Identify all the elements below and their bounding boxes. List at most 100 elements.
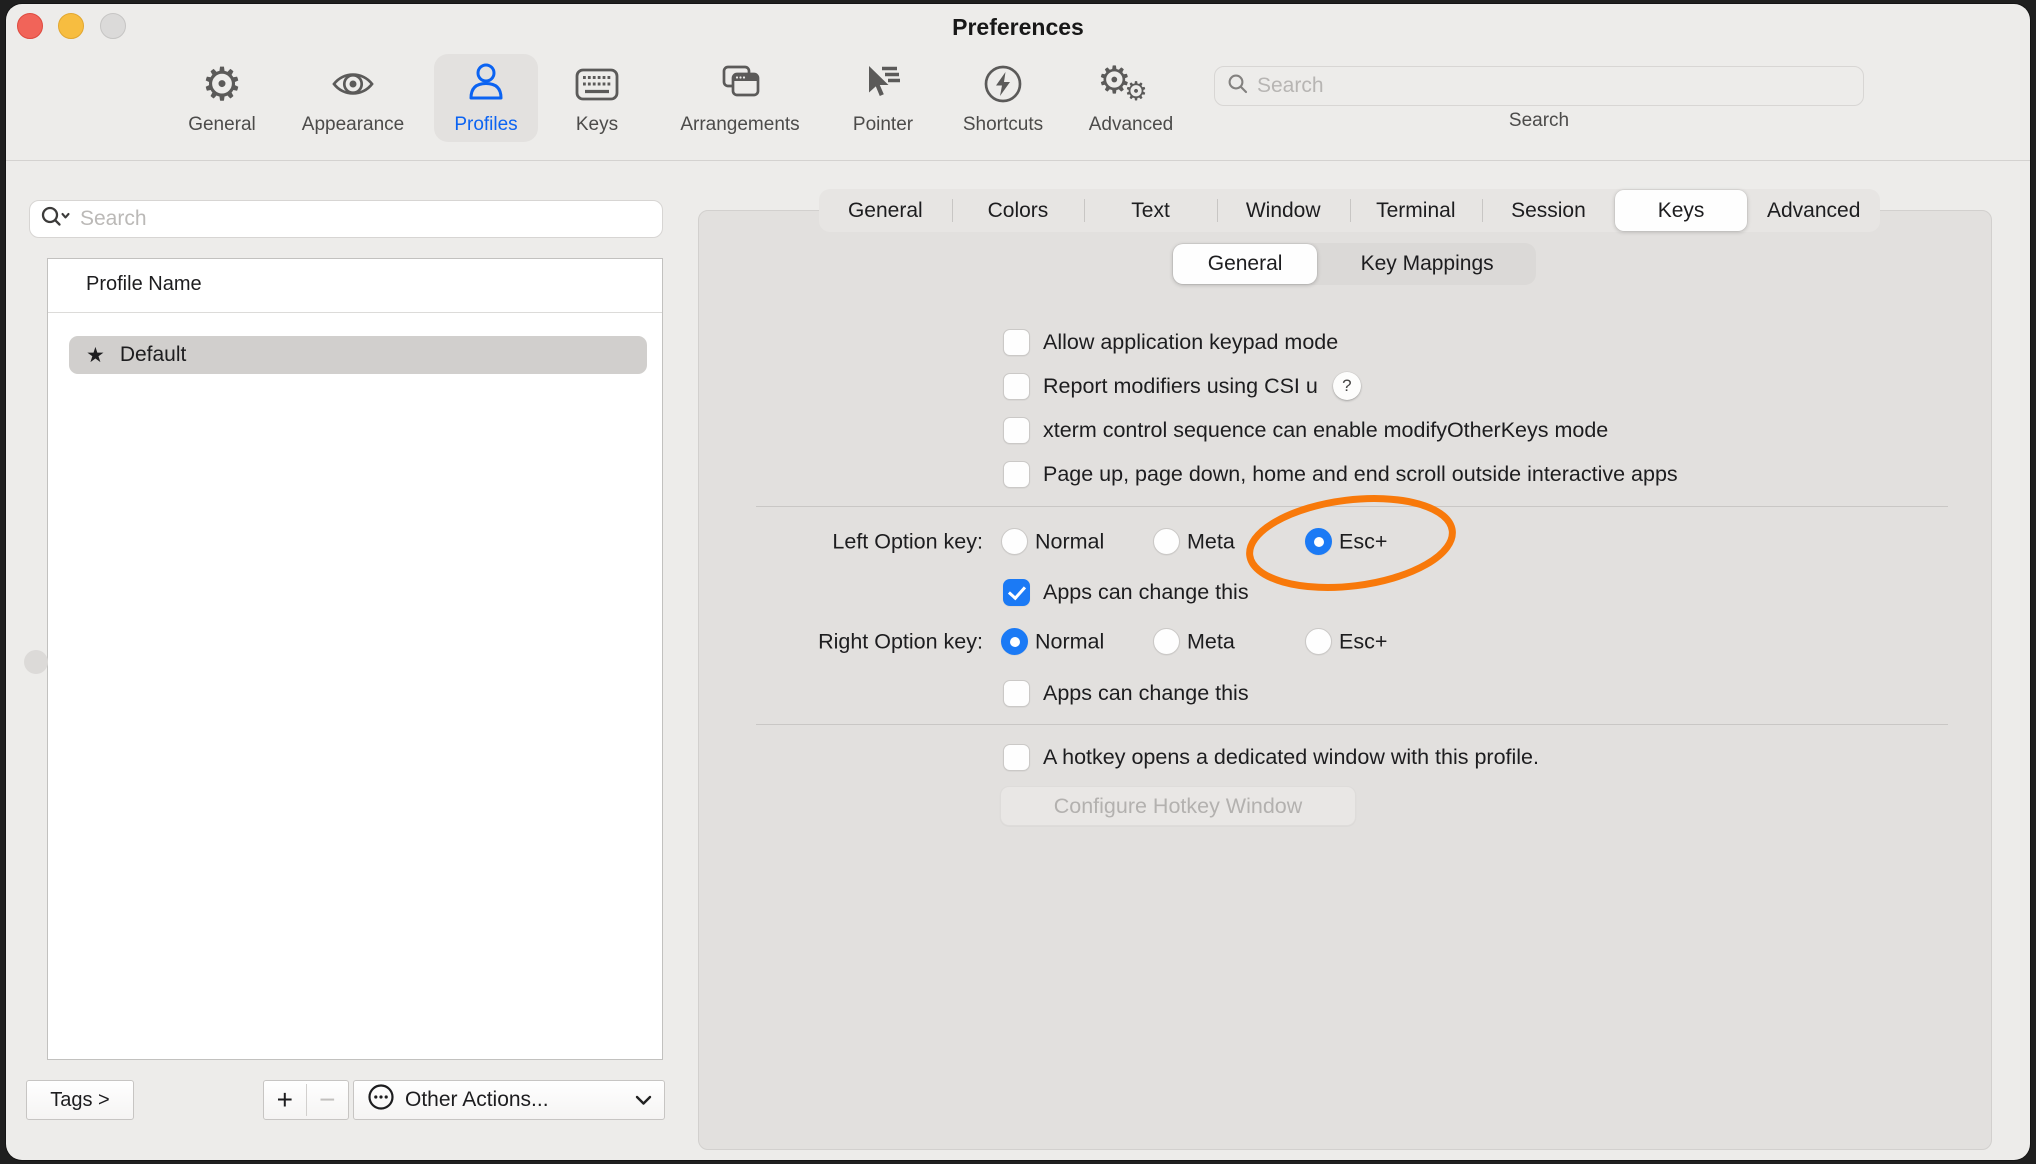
profile-settings-pane: [698, 210, 1992, 1150]
star-icon: ★: [86, 343, 105, 367]
xterm-control-sequence-can-checkbox[interactable]: [1003, 417, 1030, 444]
keys-subtabs: GeneralKey Mappings: [1172, 243, 1536, 285]
radio-right-option-key-meta[interactable]: [1153, 628, 1180, 655]
a-hotkey-opens-a-checkbox[interactable]: [1003, 744, 1030, 771]
checkbox-label: Page up, page down, home and end scroll …: [1043, 462, 1678, 487]
toolbar-search-input[interactable]: [1257, 74, 1851, 98]
row-allow-application-keypad-mode: Allow application keypad mode: [1003, 322, 1338, 362]
help-button[interactable]: ?: [1333, 372, 1361, 400]
toolbar-item-appearance[interactable]: Appearance: [288, 56, 418, 144]
windows-icon: [716, 56, 764, 112]
toolbar-item-label: Shortcuts: [963, 114, 1043, 136]
checkbox-label: xterm control sequence can enable modify…: [1043, 418, 1608, 443]
radio-label: Meta: [1187, 530, 1235, 555]
radio-label: Normal: [1035, 530, 1104, 555]
keyboard-icon: [572, 56, 622, 112]
radio-label: Esc+: [1339, 530, 1387, 555]
tab-advanced[interactable]: Advanced: [1747, 189, 1880, 232]
radio-left-option-key-meta[interactable]: [1153, 528, 1180, 555]
toolbar-item-pointer[interactable]: Pointer: [818, 56, 948, 144]
toolbar-item-advanced[interactable]: ⚙⚙Advanced: [1066, 56, 1196, 144]
window-title: Preferences: [6, 14, 2030, 41]
checkbox-label: Apps can change this: [1043, 681, 1249, 706]
checkbox-label: Report modifiers using CSI u: [1043, 374, 1318, 399]
radio-label: Normal: [1035, 630, 1104, 655]
tab-colors[interactable]: Colors: [952, 189, 1085, 232]
row-page-up-page-down: Page up, page down, home and end scroll …: [1003, 454, 1678, 494]
row-apps-can-change-this: Apps can change this: [1003, 673, 1249, 713]
radio-right-option-key-normal[interactable]: [1001, 628, 1028, 655]
toolbar-item-shortcuts[interactable]: Shortcuts: [938, 56, 1068, 144]
toolbar-item-label: Appearance: [302, 114, 404, 136]
person-icon: [462, 56, 510, 112]
row-apps-can-change-this: Apps can change this: [1003, 572, 1249, 612]
toolbar-search-caption: Search: [1214, 110, 1864, 132]
other-actions-dropdown[interactable]: Other Actions...: [353, 1080, 665, 1120]
toolbar-item-label: Profiles: [454, 114, 517, 136]
preferences-window: Preferences ⚙GeneralAppearanceProfilesKe…: [6, 4, 2030, 1160]
bolt-icon: [979, 56, 1027, 112]
toolbar-item-label: General: [188, 114, 256, 136]
row-report-modifiers-using-csi: Report modifiers using CSI u?: [1003, 366, 1361, 406]
ellipsis-circle-icon: [366, 1082, 396, 1118]
allow-application-keypad-mode-checkbox[interactable]: [1003, 329, 1030, 356]
radio-left-option-key-esc[interactable]: [1305, 528, 1332, 555]
search-menu-icon[interactable]: [40, 205, 72, 234]
other-actions-label: Other Actions...: [405, 1088, 549, 1112]
toolbar-item-keys[interactable]: Keys: [532, 56, 662, 144]
option-group-label: Left Option key:: [666, 530, 983, 555]
radio-right-option-key-esc[interactable]: [1305, 628, 1332, 655]
add-profile-button[interactable]: +: [264, 1084, 306, 1116]
option-group-label: Right Option key:: [666, 630, 983, 655]
apps-can-change-this-checkbox[interactable]: [1003, 579, 1030, 606]
page-up-page-down-checkbox[interactable]: [1003, 461, 1030, 488]
remove-profile-button[interactable]: −: [306, 1084, 349, 1116]
toolbar-item-label: Advanced: [1089, 114, 1174, 136]
tab-text[interactable]: Text: [1084, 189, 1217, 232]
gears-icon: ⚙⚙: [1102, 56, 1159, 112]
subtab-key-mappings[interactable]: Key Mappings: [1318, 243, 1536, 285]
radio-label: Esc+: [1339, 630, 1387, 655]
row-right-option-key: Right Option key: Normal Meta Esc+: [6, 622, 2030, 662]
tab-general[interactable]: General: [819, 189, 952, 232]
radio-label: Meta: [1187, 630, 1235, 655]
toolbar-item-label: Arrangements: [680, 114, 799, 136]
tab-window[interactable]: Window: [1217, 189, 1350, 232]
profile-list-header: Profile Name: [86, 273, 202, 296]
toolbar-item-arrangements[interactable]: Arrangements: [675, 56, 805, 144]
cursor-icon: [859, 56, 907, 112]
checkbox-label: Apps can change this: [1043, 580, 1249, 605]
row-xterm-control-sequence-can: xterm control sequence can enable modify…: [1003, 410, 1608, 450]
toolbar-item-general[interactable]: ⚙General: [157, 56, 287, 144]
chevron-down-icon: [635, 1088, 652, 1112]
toolbar-search-field[interactable]: [1214, 66, 1864, 106]
section-divider: [756, 506, 1948, 507]
tab-keys[interactable]: Keys: [1615, 190, 1748, 231]
section-divider: [756, 724, 1948, 725]
tags-button[interactable]: Tags >: [26, 1080, 134, 1120]
profile-tabs: GeneralColorsTextWindowTerminalSessionKe…: [819, 189, 1880, 232]
profile-name: Default: [120, 343, 187, 367]
tab-session[interactable]: Session: [1482, 189, 1615, 232]
gear-icon: ⚙: [201, 56, 242, 112]
report-modifiers-using-csi-checkbox[interactable]: [1003, 373, 1030, 400]
profile-row-default[interactable]: ★ Default: [69, 336, 647, 374]
header-divider: [48, 312, 662, 313]
titlebar-divider: [6, 160, 2030, 161]
add-remove-group: + −: [263, 1080, 349, 1120]
checkbox-label: Allow application keypad mode: [1043, 330, 1338, 355]
toolbar-item-label: Pointer: [853, 114, 913, 136]
row-a-hotkey-opens-a: A hotkey opens a dedicated window with t…: [1003, 737, 1539, 777]
tab-terminal[interactable]: Terminal: [1350, 189, 1483, 232]
toolbar-item-label: Keys: [576, 114, 618, 136]
configure-hotkey-button[interactable]: Configure Hotkey Window: [1000, 786, 1356, 826]
apps-can-change-this-checkbox[interactable]: [1003, 680, 1030, 707]
checkbox-label: A hotkey opens a dedicated window with t…: [1043, 745, 1539, 770]
row-left-option-key: Left Option key: Normal Meta Esc+: [6, 522, 2030, 562]
eye-icon: [329, 56, 377, 112]
sidebar-search-field[interactable]: [29, 200, 663, 238]
search-icon: [1227, 73, 1249, 100]
sidebar-search-input[interactable]: [80, 207, 652, 231]
radio-left-option-key-normal[interactable]: [1001, 528, 1028, 555]
subtab-general[interactable]: General: [1173, 244, 1317, 284]
